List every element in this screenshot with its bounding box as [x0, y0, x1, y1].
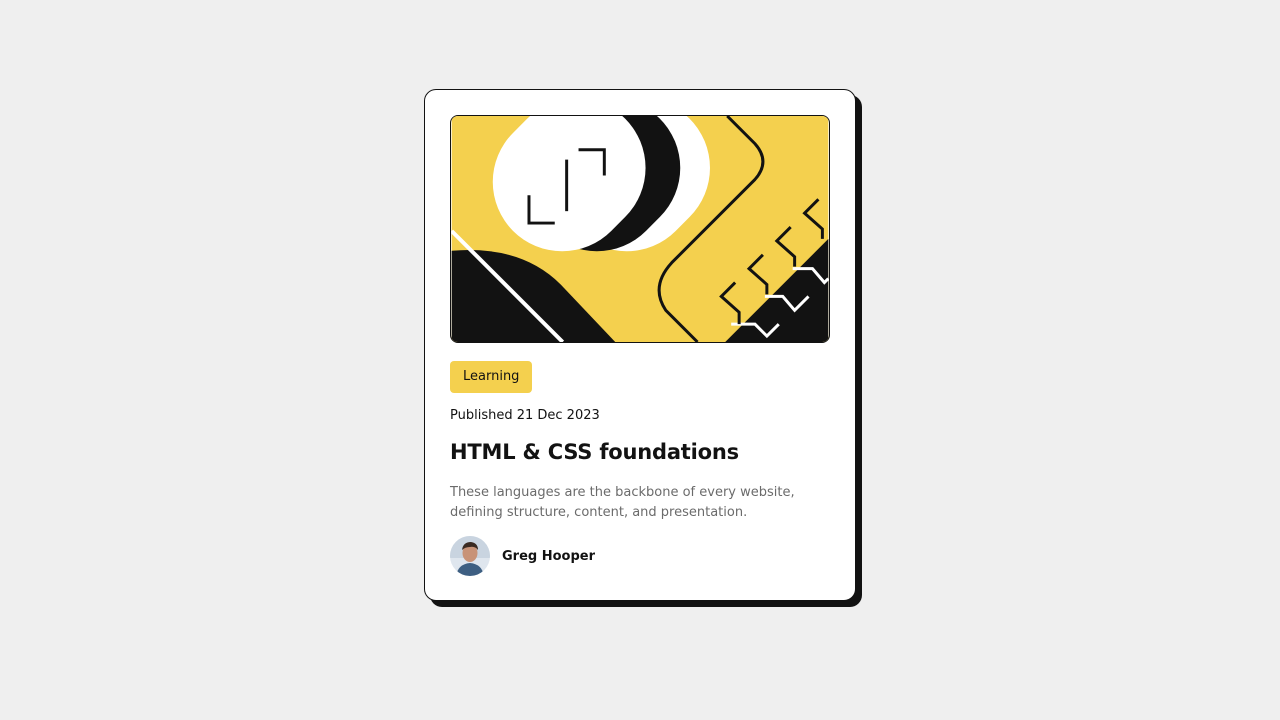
illustration-image [450, 115, 830, 343]
avatar [450, 536, 490, 576]
card-title[interactable]: HTML & CSS foundations [450, 440, 739, 464]
author-name: Greg Hooper [502, 548, 596, 564]
publish-date: Published 21 Dec 2023 [450, 408, 600, 423]
author-block: Greg Hooper [450, 536, 595, 576]
card-description: These languages are the backbone of ever… [450, 485, 795, 520]
category-tag[interactable]: Learning [450, 361, 533, 393]
blog-preview-card: Learning Published 21 Dec 2023 HTML & CS… [424, 89, 856, 601]
